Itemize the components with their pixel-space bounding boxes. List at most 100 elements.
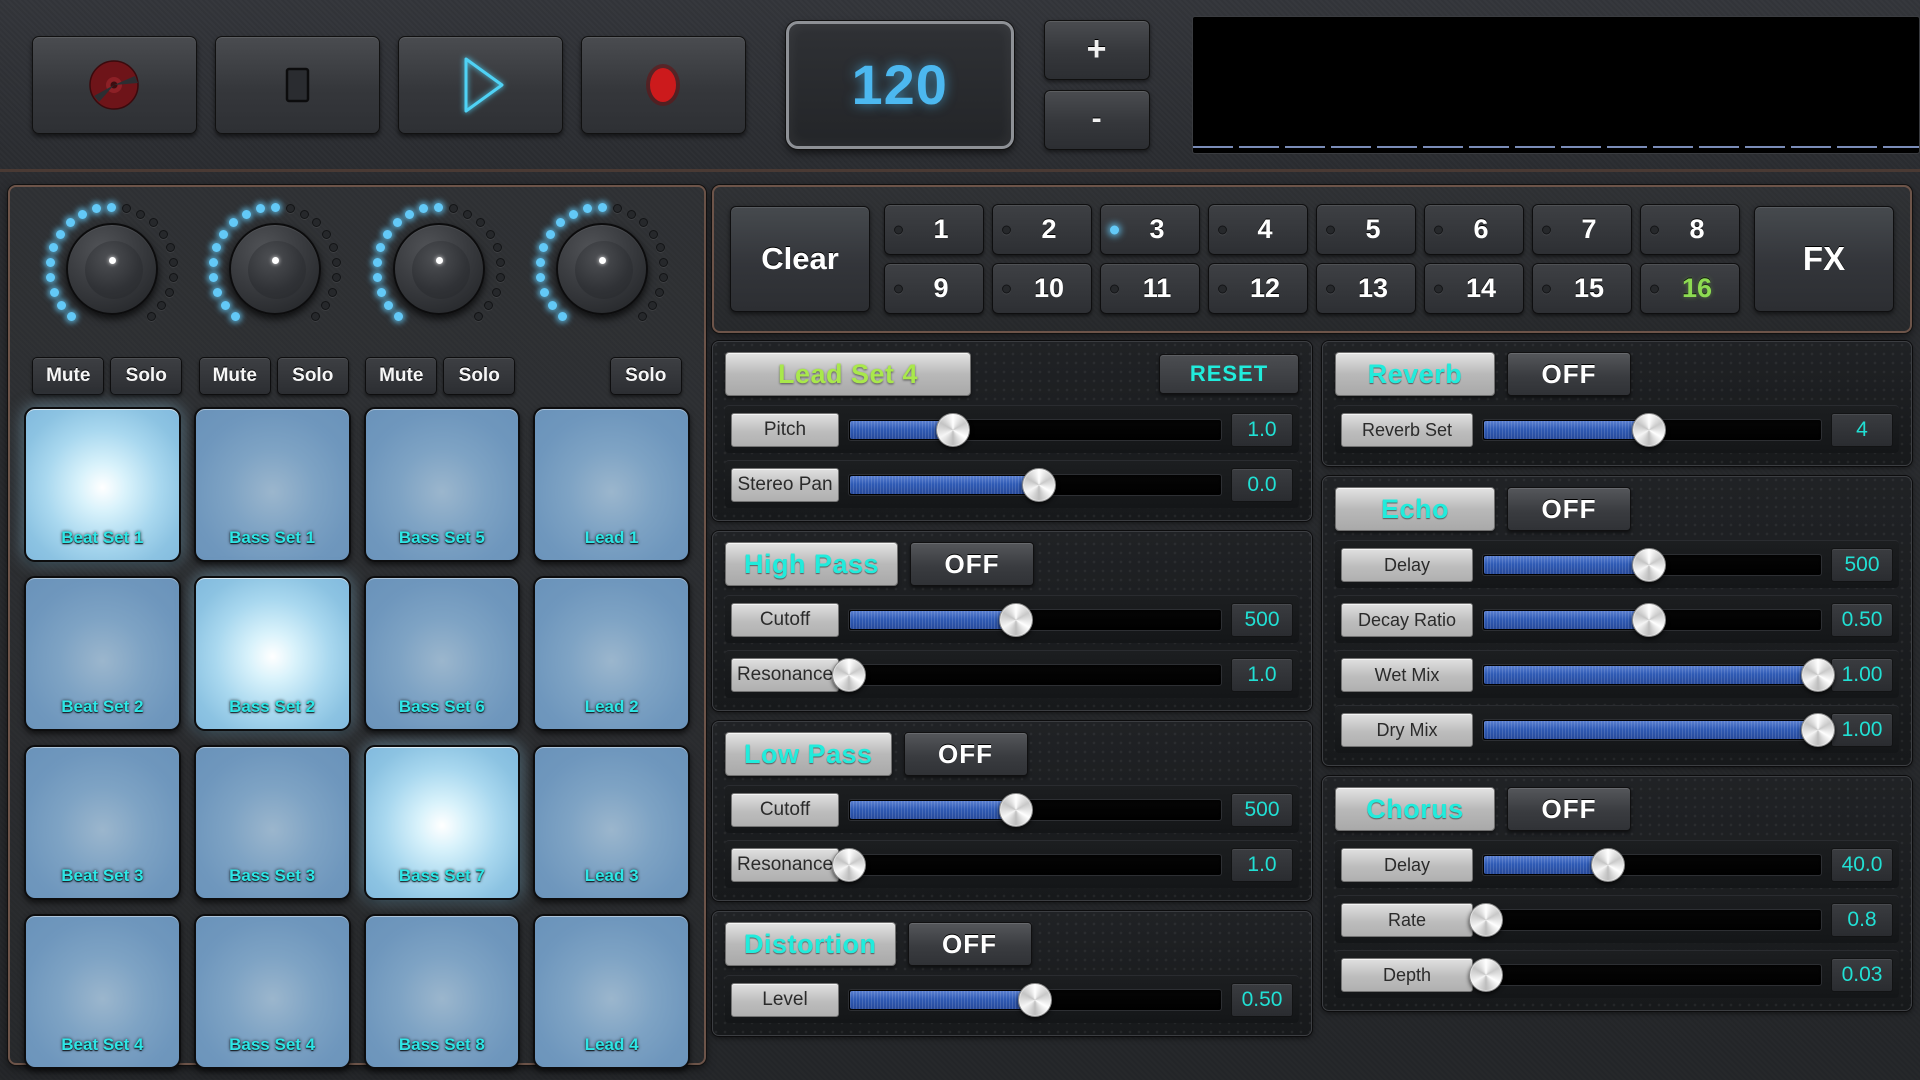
step-button-8[interactable]: 8 bbox=[1640, 204, 1740, 255]
pad-11[interactable]: Bass Set 7 bbox=[363, 745, 521, 900]
pad-15[interactable]: Bass Set 8 bbox=[363, 914, 521, 1069]
toggle-button[interactable]: OFF bbox=[903, 732, 1028, 776]
card-title[interactable]: High Pass bbox=[725, 542, 899, 586]
step-button-10[interactable]: 10 bbox=[992, 263, 1092, 314]
bpm-increase-button[interactable]: + bbox=[1043, 19, 1150, 80]
parameter-slider[interactable] bbox=[848, 792, 1222, 827]
step-button-3[interactable]: 3 bbox=[1100, 204, 1200, 255]
card-title[interactable]: Low Pass bbox=[725, 732, 892, 776]
step-button-2[interactable]: 2 bbox=[992, 204, 1092, 255]
slider-handle[interactable] bbox=[832, 657, 866, 692]
pad-7[interactable]: Bass Set 6 bbox=[363, 576, 521, 731]
slider-handle[interactable] bbox=[1631, 602, 1666, 637]
card-title[interactable]: Chorus bbox=[1335, 787, 1495, 831]
stop-button[interactable] bbox=[214, 35, 380, 134]
step-button-9[interactable]: 9 bbox=[884, 263, 984, 314]
step-button-14[interactable]: 14 bbox=[1424, 263, 1524, 314]
card-title[interactable]: Lead Set 4 bbox=[725, 352, 971, 396]
parameter-slider[interactable] bbox=[1482, 547, 1822, 582]
slider-handle[interactable] bbox=[1018, 982, 1052, 1017]
parameter-slider[interactable] bbox=[848, 467, 1222, 502]
toggle-button[interactable]: OFF bbox=[1507, 787, 1631, 831]
knob-body[interactable] bbox=[229, 223, 322, 315]
toggle-button[interactable]: OFF bbox=[1507, 352, 1631, 396]
pad-16[interactable]: Lead 4 bbox=[533, 914, 690, 1069]
record-button[interactable] bbox=[580, 35, 746, 134]
slider-handle[interactable] bbox=[832, 847, 866, 882]
toggle-button[interactable]: OFF bbox=[907, 922, 1032, 966]
pad-6[interactable]: Bass Set 2 bbox=[193, 576, 351, 731]
parameter-slider[interactable] bbox=[1482, 412, 1822, 447]
knob-2[interactable] bbox=[200, 201, 350, 349]
pad-8[interactable]: Lead 2 bbox=[533, 576, 690, 731]
slider-handle[interactable] bbox=[1800, 712, 1835, 747]
parameter-slider[interactable] bbox=[1469, 902, 1822, 937]
step-button-11[interactable]: 11 bbox=[1100, 263, 1200, 314]
card-title[interactable]: Distortion bbox=[725, 922, 896, 966]
card-title[interactable]: Reverb bbox=[1335, 352, 1495, 396]
step-button-1[interactable]: 1 bbox=[884, 204, 984, 255]
pad-10[interactable]: Bass Set 3 bbox=[193, 745, 351, 900]
solo-button-1[interactable]: Solo bbox=[110, 357, 183, 395]
mute-button-1[interactable]: Mute bbox=[32, 357, 105, 395]
parameter-slider[interactable] bbox=[848, 602, 1222, 637]
parameter-slider[interactable] bbox=[848, 982, 1222, 1017]
toggle-button[interactable]: OFF bbox=[910, 542, 1035, 586]
bpm-decrease-button[interactable]: - bbox=[1043, 89, 1150, 150]
solo-button-3[interactable]: Solo bbox=[443, 357, 516, 395]
knob-4[interactable] bbox=[527, 201, 677, 349]
slider-handle[interactable] bbox=[1631, 412, 1666, 447]
parameter-slider[interactable] bbox=[1482, 847, 1822, 882]
reset-button[interactable]: RESET bbox=[1159, 354, 1299, 394]
mute-button-3[interactable]: Mute bbox=[365, 357, 438, 395]
slider-handle[interactable] bbox=[1469, 902, 1504, 937]
slider-handle[interactable] bbox=[936, 412, 971, 447]
rewind-button[interactable] bbox=[32, 35, 197, 134]
fx-button[interactable]: FX bbox=[1754, 206, 1894, 312]
pad-14[interactable]: Bass Set 4 bbox=[193, 914, 351, 1069]
slider-handle[interactable] bbox=[1591, 847, 1626, 882]
knob-3[interactable] bbox=[364, 201, 514, 349]
slider-handle[interactable] bbox=[1021, 467, 1056, 502]
pad-4[interactable]: Lead 1 bbox=[533, 407, 690, 562]
parameter-slider[interactable] bbox=[1469, 957, 1822, 992]
waveform-display[interactable] bbox=[1191, 15, 1920, 154]
pad-13[interactable]: Beat Set 4 bbox=[24, 914, 181, 1069]
solo-button-4[interactable]: Solo bbox=[609, 357, 682, 395]
pad-12[interactable]: Lead 3 bbox=[533, 745, 690, 900]
play-button[interactable] bbox=[397, 35, 563, 134]
knob-body[interactable] bbox=[392, 223, 485, 315]
toggle-button[interactable]: OFF bbox=[1507, 487, 1631, 531]
parameter-slider[interactable] bbox=[1482, 602, 1822, 637]
slider-handle[interactable] bbox=[999, 792, 1034, 827]
parameter-slider[interactable] bbox=[848, 412, 1222, 447]
pad-2[interactable]: Bass Set 1 bbox=[193, 407, 351, 562]
bpm-display[interactable]: 120 bbox=[785, 20, 1014, 149]
pad-9[interactable]: Beat Set 3 bbox=[24, 745, 181, 900]
step-button-5[interactable]: 5 bbox=[1316, 204, 1416, 255]
step-button-6[interactable]: 6 bbox=[1424, 204, 1524, 255]
parameter-slider[interactable] bbox=[1482, 712, 1835, 747]
parameter-slider[interactable] bbox=[1482, 657, 1835, 692]
slider-handle[interactable] bbox=[1631, 547, 1666, 582]
step-button-7[interactable]: 7 bbox=[1532, 204, 1632, 255]
step-button-13[interactable]: 13 bbox=[1316, 263, 1416, 314]
parameter-slider[interactable] bbox=[832, 847, 1222, 882]
card-title[interactable]: Echo bbox=[1335, 487, 1495, 531]
knob-1[interactable] bbox=[37, 201, 187, 349]
knob-body[interactable] bbox=[65, 223, 158, 315]
mute-button-2[interactable]: Mute bbox=[198, 357, 271, 395]
step-button-4[interactable]: 4 bbox=[1208, 204, 1308, 255]
step-button-15[interactable]: 15 bbox=[1532, 263, 1632, 314]
knob-body[interactable] bbox=[556, 223, 649, 315]
slider-handle[interactable] bbox=[1469, 957, 1504, 992]
step-button-12[interactable]: 12 bbox=[1208, 263, 1308, 314]
pad-3[interactable]: Bass Set 5 bbox=[363, 407, 521, 562]
slider-handle[interactable] bbox=[999, 602, 1034, 637]
step-button-16[interactable]: 16 bbox=[1640, 263, 1740, 314]
solo-button-2[interactable]: Solo bbox=[276, 357, 349, 395]
clear-button[interactable]: Clear bbox=[730, 206, 870, 312]
slider-handle[interactable] bbox=[1800, 657, 1835, 692]
pad-1[interactable]: Beat Set 1 bbox=[24, 407, 181, 562]
parameter-slider[interactable] bbox=[832, 657, 1222, 692]
